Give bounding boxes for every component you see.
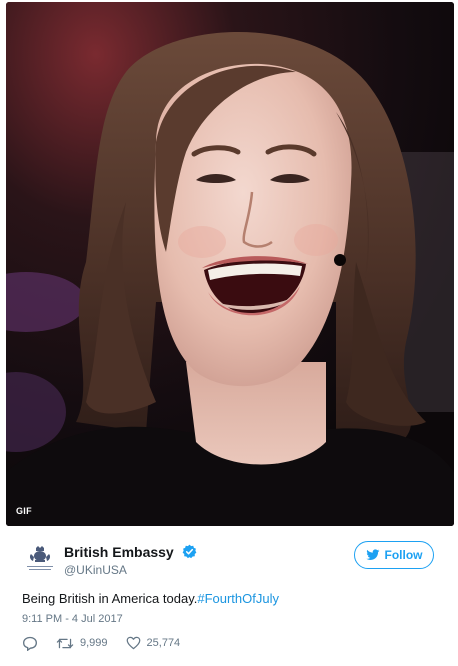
follow-button[interactable]: Follow — [354, 541, 434, 569]
hashtag-link[interactable]: #FourthOfJuly — [197, 591, 279, 606]
tweet-card: GIF British Embassy @UKinUSA Follow Bein… — [4, 0, 454, 666]
retweet-count: 9,999 — [80, 637, 108, 649]
gif-media[interactable]: GIF — [6, 2, 454, 526]
like-button[interactable]: 25,774 — [126, 636, 181, 650]
royal-crest-icon[interactable] — [22, 542, 58, 578]
retweet-icon — [56, 638, 74, 648]
retweet-button[interactable]: 9,999 — [56, 637, 108, 650]
twitter-bird-icon — [365, 549, 379, 561]
reply-button[interactable] — [22, 636, 38, 651]
reply-icon — [22, 636, 38, 651]
tweet-actions: 9,999 25,774 — [22, 634, 198, 652]
tweet-text-body: Being British in America today. — [22, 591, 198, 606]
laughing-woman-gif-image — [6, 2, 454, 526]
author-handle[interactable]: @UKinUSA — [64, 563, 127, 577]
author-name[interactable]: British Embassy — [64, 544, 174, 560]
heart-icon — [126, 636, 140, 650]
tweet-timestamp[interactable]: 9:11 PM - 4 Jul 2017 — [22, 613, 123, 625]
verified-badge-icon — [182, 544, 197, 559]
tweet-body: British Embassy @UKinUSA Follow Being Br… — [4, 530, 454, 666]
tweet-text: Being British in America today.#FourthOf… — [22, 591, 279, 606]
follow-label: Follow — [384, 548, 423, 562]
gif-badge: GIF — [16, 506, 32, 516]
like-count: 25,774 — [146, 637, 181, 649]
